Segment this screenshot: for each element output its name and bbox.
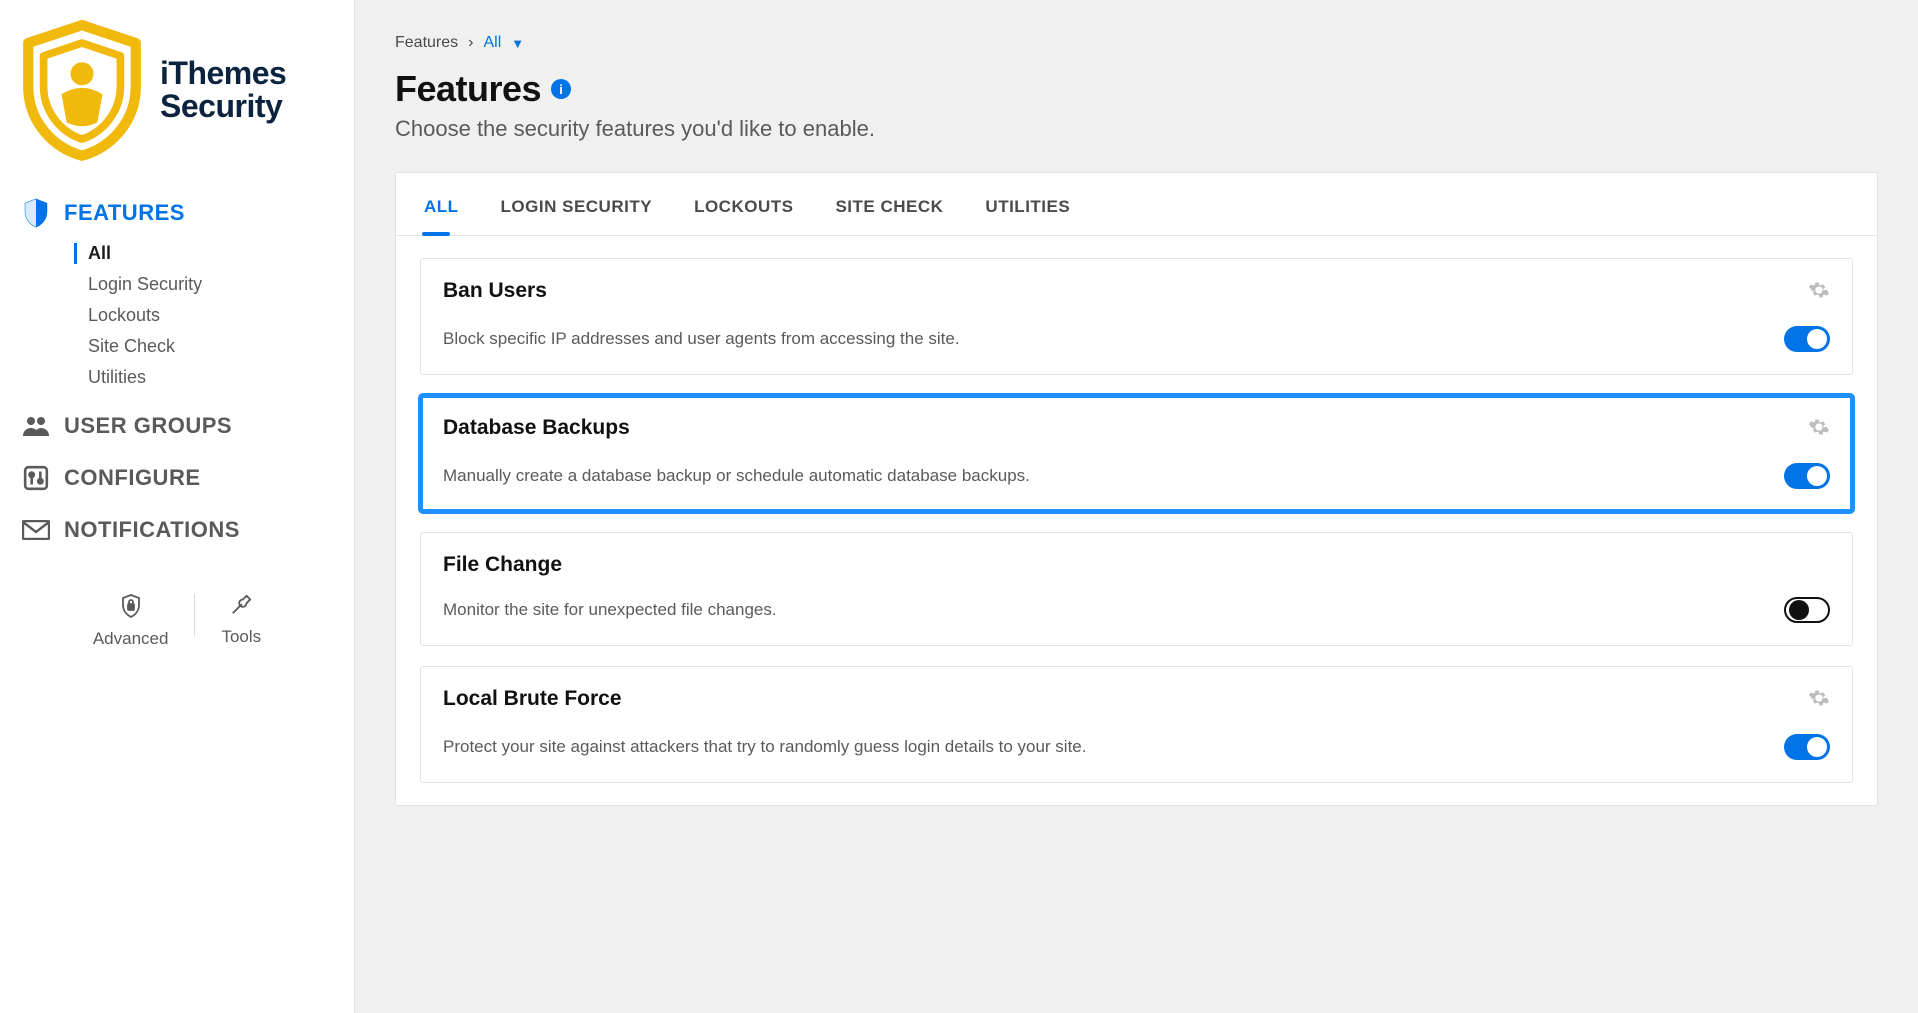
info-icon[interactable]: i [551,79,571,99]
feature-ban-users: Ban Users Block specific IP addresses an… [420,258,1853,375]
subnav-item-lockouts[interactable]: Lockouts [74,305,336,326]
sidebar-item-label: USER GROUPS [64,413,232,439]
footer-item-tools[interactable]: Tools [221,594,261,647]
subnav-item-login-security[interactable]: Login Security [74,274,336,295]
footer-item-advanced[interactable]: Advanced [93,594,169,649]
users-icon [22,412,50,440]
feature-local-brute-force: Local Brute Force Protect your site agai… [420,666,1853,783]
feature-database-backups: Database Backups Manually create a datab… [420,395,1853,512]
chevron-right-icon: › [468,34,473,52]
gear-icon[interactable] [1808,279,1830,306]
gear-icon[interactable] [1808,687,1830,714]
main-content: Features › All ▼ Features i Choose the s… [355,0,1918,1013]
brand-logo: iThemes Security [18,20,336,161]
subnav-item-site-check[interactable]: Site Check [74,336,336,357]
tab-site-check[interactable]: SITE CHECK [833,187,945,235]
feature-description: Monitor the site for unexpected file cha… [443,598,777,622]
feature-title: Local Brute Force [443,687,622,711]
lock-shield-icon [121,594,141,623]
sidebar-item-user-groups[interactable]: USER GROUPS [18,402,336,450]
envelope-icon [22,516,50,544]
tabs: ALL LOGIN SECURITY LOCKOUTS SITE CHECK U… [396,173,1877,236]
tab-all[interactable]: ALL [422,187,461,235]
feature-title: Ban Users [443,279,547,303]
sidebar-item-notifications[interactable]: NOTIFICATIONS [18,506,336,554]
gear-icon[interactable] [1808,416,1830,443]
sidebar-item-label: NOTIFICATIONS [64,517,240,543]
toggle-file-change[interactable] [1784,597,1830,623]
toggle-database-backups[interactable] [1784,463,1830,489]
sidebar-item-configure[interactable]: CONFIGURE [18,454,336,502]
sidebar-footer: Advanced Tools [18,594,336,649]
sidebar: iThemes Security FEATURES All Login Secu… [0,0,355,1013]
sidebar-item-label: FEATURES [64,200,185,226]
sidebar-item-features[interactable]: FEATURES [18,189,336,237]
features-card: ALL LOGIN SECURITY LOCKOUTS SITE CHECK U… [395,172,1878,806]
tab-login-security[interactable]: LOGIN SECURITY [499,187,655,235]
feature-title: Database Backups [443,416,630,440]
page-description: Choose the security features you'd like … [395,116,1878,142]
sidebar-subnav-features: All Login Security Lockouts Site Check U… [74,243,336,388]
feature-title: File Change [443,553,562,577]
feature-description: Block specific IP addresses and user age… [443,327,960,351]
breadcrumb-current[interactable]: All [483,34,501,52]
breadcrumb: Features › All ▼ [395,34,1878,52]
divider [194,594,195,636]
wrench-icon [230,594,252,621]
subnav-item-utilities[interactable]: Utilities [74,367,336,388]
feature-description: Manually create a database backup or sch… [443,464,1030,488]
shield-small-icon [22,199,50,227]
feature-list: Ban Users Block specific IP addresses an… [396,236,1877,805]
feature-file-change: File Change Monitor the site for unexpec… [420,532,1853,646]
sliders-icon [22,464,50,492]
page-title: Features [395,68,541,110]
breadcrumb-root[interactable]: Features [395,34,458,52]
brand-name: iThemes Security [160,57,286,124]
sidebar-nav: FEATURES All Login Security Lockouts Sit… [18,189,336,554]
subnav-item-all[interactable]: All [74,243,336,264]
tab-lockouts[interactable]: LOCKOUTS [692,187,795,235]
tab-utilities[interactable]: UTILITIES [983,187,1072,235]
sidebar-item-label: CONFIGURE [64,465,201,491]
feature-description: Protect your site against attackers that… [443,735,1086,759]
toggle-ban-users[interactable] [1784,326,1830,352]
toggle-local-brute-force[interactable] [1784,734,1830,760]
caret-down-icon[interactable]: ▼ [511,36,524,51]
shield-icon [18,20,146,161]
